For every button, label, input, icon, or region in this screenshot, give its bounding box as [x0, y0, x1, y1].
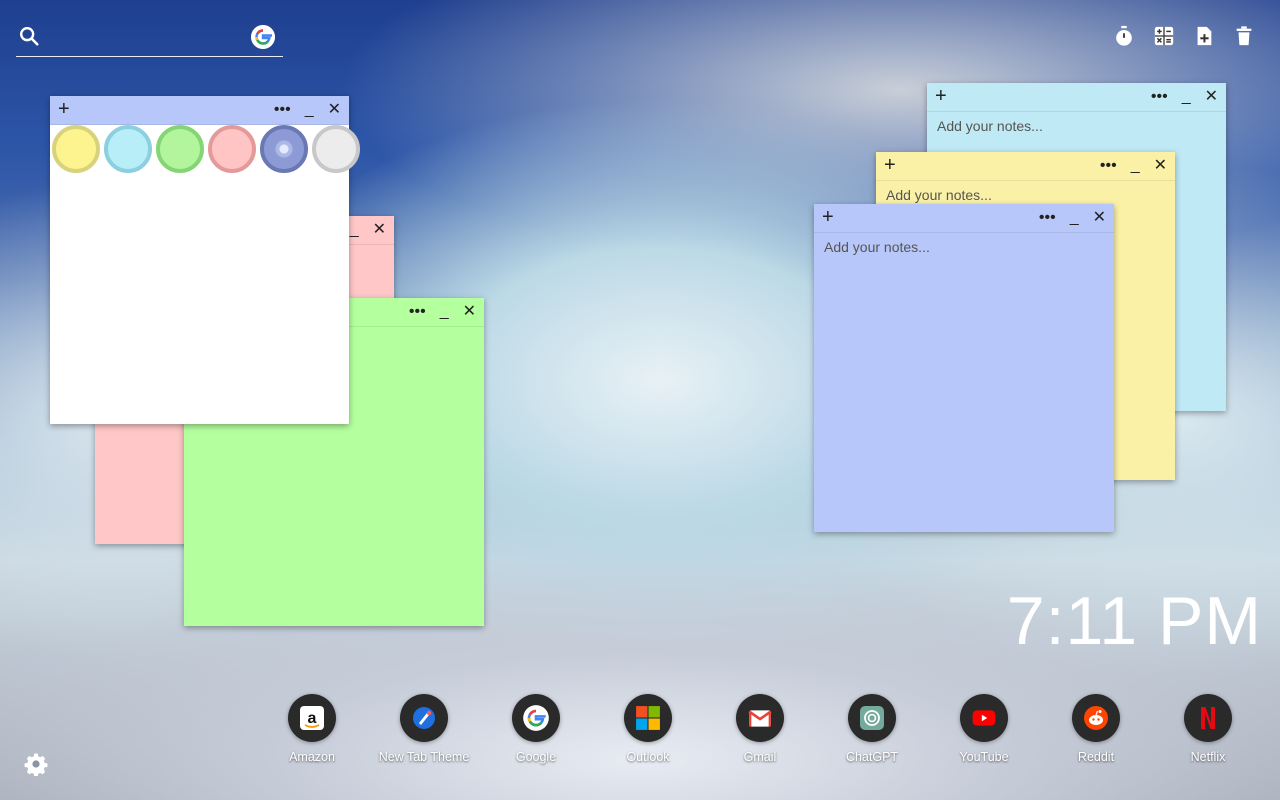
note-blue: + ••• _ ✕: [814, 204, 1114, 532]
add-note-button[interactable]: [1192, 24, 1216, 48]
app-netflix[interactable]: Netflix: [1152, 694, 1264, 764]
minimize-button[interactable]: _: [350, 222, 359, 238]
app-label: Netflix: [1190, 750, 1226, 764]
amazon-icon: a: [300, 706, 324, 730]
minimize-button[interactable]: _: [1182, 89, 1191, 105]
settings-button[interactable]: [24, 752, 48, 777]
app-label: ChatGPT: [845, 750, 899, 764]
app-icon-circle: [848, 694, 896, 742]
more-options-button[interactable]: •••: [1100, 158, 1117, 174]
app-youtube[interactable]: YouTube: [928, 694, 1040, 764]
app-icon-circle: a: [288, 694, 336, 742]
gear-icon: [24, 753, 48, 777]
google-icon[interactable]: [251, 25, 275, 49]
calculator-button[interactable]: [1152, 24, 1176, 48]
color-swatch-white[interactable]: [312, 125, 360, 173]
app-icon-circle: [400, 694, 448, 742]
minimize-button[interactable]: _: [1131, 158, 1140, 174]
app-label: Gmail: [743, 750, 777, 764]
more-options-button[interactable]: •••: [409, 304, 426, 320]
more-options-button[interactable]: •••: [1039, 210, 1056, 226]
more-options-button[interactable]: •••: [274, 102, 291, 118]
note-title-bar: + ••• _ ✕: [50, 96, 349, 125]
search-icon[interactable]: [18, 25, 40, 47]
close-button[interactable]: ✕: [1093, 210, 1106, 226]
new-tab-theme-icon: [413, 707, 435, 729]
chatgpt-icon: [860, 706, 884, 730]
app-chatgpt[interactable]: ChatGPT: [816, 694, 928, 764]
note-white: + ••• _ ✕: [50, 96, 360, 424]
app-outlook[interactable]: Outlook: [592, 694, 704, 764]
add-note-icon: [1197, 26, 1212, 46]
note-title-bar: + ••• _ ✕: [876, 152, 1175, 181]
color-palette: [52, 125, 360, 173]
close-button[interactable]: ✕: [1154, 158, 1167, 174]
app-icon-circle: [960, 694, 1008, 742]
more-options-button[interactable]: •••: [1151, 89, 1168, 105]
app-label: New Tab Theme: [378, 750, 470, 764]
note-title-bar: + ••• _ ✕: [814, 204, 1114, 233]
stopwatch-icon: [1116, 25, 1132, 46]
app-dock: a Amazon New Tab Theme Google Outlook Gm…: [256, 694, 1264, 764]
color-swatch-yellow[interactable]: [52, 125, 100, 173]
app-amazon[interactable]: a Amazon: [256, 694, 368, 764]
app-icon-circle: [512, 694, 560, 742]
youtube-icon: [972, 710, 996, 726]
google-icon: [523, 705, 549, 731]
app-label: Outlook: [626, 750, 670, 764]
netflix-icon: [1201, 707, 1215, 729]
close-button[interactable]: ✕: [373, 222, 386, 238]
color-swatch-cyan[interactable]: [104, 125, 152, 173]
search-input[interactable]: [50, 26, 244, 50]
app-label: Google: [515, 750, 557, 764]
app-label: Amazon: [289, 750, 335, 764]
reddit-icon: [1084, 706, 1108, 730]
app-icon-circle: [624, 694, 672, 742]
app-icon-circle: [1184, 694, 1232, 742]
color-swatch-pink[interactable]: [208, 125, 256, 173]
top-toolbar: [1112, 24, 1256, 48]
app-reddit[interactable]: Reddit: [1040, 694, 1152, 764]
svg-text:a: a: [308, 710, 317, 727]
app-icon-circle: [1072, 694, 1120, 742]
search-bar: [16, 20, 283, 57]
stopwatch-button[interactable]: [1112, 24, 1136, 48]
add-note-button[interactable]: +: [822, 207, 834, 227]
app-gmail[interactable]: Gmail: [704, 694, 816, 764]
note-textarea[interactable]: [814, 233, 1114, 532]
calculator-icon: [1154, 26, 1174, 46]
gmail-icon: [748, 710, 772, 727]
close-button[interactable]: ✕: [1205, 89, 1218, 105]
close-button[interactable]: ✕: [463, 304, 476, 320]
add-note-button[interactable]: +: [935, 86, 947, 106]
clock: 7:11 PM: [1006, 583, 1262, 659]
app-icon-circle: [736, 694, 784, 742]
close-button[interactable]: ✕: [328, 102, 341, 118]
app-new-tab-theme[interactable]: New Tab Theme: [368, 694, 480, 764]
minimize-button[interactable]: _: [440, 304, 449, 320]
add-note-button[interactable]: +: [884, 155, 896, 175]
color-swatch-green[interactable]: [156, 125, 204, 173]
trash-button[interactable]: [1232, 24, 1256, 48]
color-swatch-blue[interactable]: [260, 125, 308, 173]
app-google[interactable]: Google: [480, 694, 592, 764]
add-note-button[interactable]: +: [58, 99, 70, 119]
outlook-icon: [636, 706, 660, 730]
trash-icon: [1236, 26, 1252, 46]
minimize-button[interactable]: _: [1070, 210, 1079, 226]
minimize-button[interactable]: _: [305, 102, 314, 118]
app-label: YouTube: [959, 750, 1009, 764]
note-title-bar: + ••• _ ✕: [927, 83, 1226, 112]
app-label: Reddit: [1077, 750, 1115, 764]
